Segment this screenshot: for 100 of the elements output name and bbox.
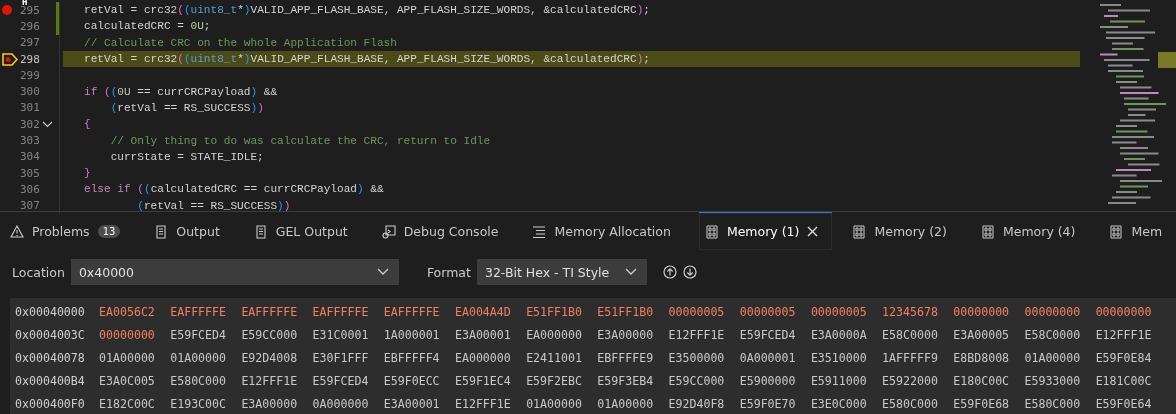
memory-value-cell-text: EA000000	[454, 351, 512, 365]
code-line: retVal = crc32((uint8_t*)VALID_APP_FLASH_BASE, APP_FLASH_SIZE_WORDS, &calculatedCRC);	[84, 4, 650, 17]
arrow-down-icon[interactable]	[682, 265, 697, 279]
memory-value-cell-text: E59F3EB4	[597, 373, 655, 388]
memory-value-cell-text: 01A00000	[170, 351, 228, 365]
code-line: (retVal == RS_SUCCESS))	[109, 101, 264, 114]
code-line: else if ((calculatedCRC == currCRCPayload) &&	[84, 183, 384, 196]
format-label: Format	[426, 264, 471, 280]
location-field[interactable]: 0x40000	[70, 259, 399, 285]
address-cell-text: 0x0004003C	[15, 328, 86, 343]
memory-value-cell-text: E59F0E84	[1095, 351, 1153, 365]
panel-tab[interactable]: Memory (1)	[698, 212, 833, 250]
line-number: 299	[20, 68, 38, 82]
arrow-up-icon[interactable]	[662, 265, 677, 279]
line-number: 302	[20, 117, 38, 131]
address-cell-text: 0x00040078	[15, 351, 86, 365]
line-number: 295	[20, 3, 38, 17]
memory-value-cell-text: EBFFFFE9	[597, 351, 655, 365]
memory-value-cell-text: E5900000	[739, 373, 797, 388]
memory-value-cell-text: E12FFF1E	[668, 328, 726, 343]
list-icon	[532, 224, 547, 239]
memory-value-cell-text: 0A000000	[312, 396, 370, 411]
format-dropdown[interactable]: 32-Bit Hex - TI Style	[476, 259, 647, 285]
memory-value-cell-text: E8BD8008	[953, 351, 1011, 365]
code-line: // Calculate CRC on the whole Application Flash	[84, 36, 397, 49]
document-icon	[253, 224, 268, 239]
memory-value-cell-text: E181C00C	[1095, 373, 1153, 388]
chevron-down-icon	[376, 268, 389, 276]
code-line: {	[84, 118, 91, 131]
location-label: Location	[12, 264, 65, 280]
memory-value-cell-text: 00000000	[1024, 305, 1082, 320]
count-badge: 13	[97, 225, 121, 238]
memory-value-cell-text: 01A00000	[526, 396, 583, 411]
memory-value-cell-text: E12FFF1E	[1095, 328, 1153, 343]
memory-value-cell-text: E31C0001	[312, 328, 370, 343]
memory-value-cell-text: EA0056C2	[99, 305, 156, 320]
memory-value-cell-text: 1AFFFFF9	[882, 351, 939, 365]
memory-value-cell-text: E12FFF1E	[241, 373, 299, 388]
address-cell-text: 0x000400F0	[15, 396, 86, 411]
line-number: 300	[20, 85, 38, 99]
memory-value-cell-text: E12FFF1E	[454, 396, 512, 411]
memory-value-cell-text: E58C0000	[1024, 328, 1082, 343]
line-number: 298	[20, 52, 38, 66]
memory-value-cell-text: 00000000	[1095, 305, 1153, 320]
memory-value-cell-text: E3A00001	[383, 396, 441, 411]
memory-value-cell-text: E59FCED4	[170, 328, 228, 343]
panel-tab[interactable]: Memory Allocation	[526, 212, 685, 250]
memory-value-cell-text: EAFFFFFE	[170, 305, 228, 320]
memory-value-cell-text: E3A0000A	[810, 328, 868, 343]
panel-tab[interactable]: Debug Console	[375, 212, 513, 250]
memory-value-cell-text: E3A0C005	[99, 373, 156, 388]
scrollbar-marker	[1158, 52, 1176, 68]
memory-value-cell-text: E59F0E70	[739, 396, 797, 411]
memory-value-cell-text: E58C0000	[882, 328, 939, 343]
panel-tab[interactable]: Memory (4)	[974, 212, 1090, 250]
document-icon	[154, 224, 169, 239]
memory-value-cell-text: EA000000	[526, 328, 583, 343]
memory-value-cell-text: E59F0E68	[953, 396, 1011, 411]
memory-value-cell-text: E5911000	[810, 373, 868, 388]
memory-chip-icon	[852, 224, 867, 239]
memory-value-cell-text: E580C000	[1024, 396, 1082, 411]
memory-value-cell-text: 0A000001	[739, 351, 797, 365]
memory-value-cell-text: 01A00000	[99, 351, 156, 365]
panel-tab[interactable]: Output	[148, 212, 234, 250]
memory-value-cell-text: 1A000001	[383, 328, 441, 343]
memory-value-cell-text: E3510000	[810, 351, 868, 365]
memory-value-cell-text: EAFFFFFE	[312, 305, 370, 320]
memory-value-cell-text: E59FCED4	[312, 373, 370, 388]
memory-value-cell-text: E3A00001	[454, 328, 512, 343]
memory-value-cell-text: 01A00000	[597, 396, 655, 411]
line-number: 305	[20, 166, 38, 180]
memory-value-cell-text: E3A00000	[241, 396, 299, 411]
panel-tab[interactable]: GEL Output	[247, 212, 362, 250]
memory-value-cell-text: E3500000	[668, 351, 726, 365]
memory-value-cell-text: E5933000	[1024, 373, 1082, 388]
line-number: 297	[20, 36, 38, 50]
panel-tab[interactable]: Mem	[1103, 212, 1176, 250]
breakpoint-icon[interactable]	[2, 5, 12, 16]
memory-chip-icon	[704, 224, 719, 239]
memory-value-cell-text: E580C000	[882, 396, 939, 411]
memory-value-cell-text: E193C00C	[170, 396, 228, 411]
panel-tab[interactable]: Problems 13	[4, 212, 135, 250]
panel-tab[interactable]: Memory (2)	[846, 212, 961, 250]
memory-value-cell-text: E3A00000	[597, 328, 655, 343]
line-number: 296	[20, 19, 38, 33]
line-number: 301	[20, 101, 38, 115]
memory-value-cell-text: E92D40F8	[668, 396, 726, 411]
memory-value-cell-text: 00000005	[668, 305, 726, 320]
fold-chevron-icon[interactable]	[41, 120, 53, 128]
memory-value-cell-text: E30F1FFF	[312, 351, 370, 365]
memory-value-cell-text: EAFFFFFE	[241, 305, 299, 320]
memory-value-cell-text: E51FF1B0	[526, 305, 583, 320]
memory-value-cell-text: 00000005	[739, 305, 797, 320]
warning-icon	[10, 224, 24, 239]
memory-value-cell-text: E59F0ECC	[383, 373, 441, 388]
memory-value-cell-text: E59FCED4	[739, 328, 797, 343]
close-icon[interactable]	[807, 226, 819, 237]
memory-value-cell-text: E3A00005	[953, 328, 1011, 343]
memory-value-cell-text: E59CC000	[668, 373, 726, 388]
debug-console-icon	[381, 224, 396, 239]
